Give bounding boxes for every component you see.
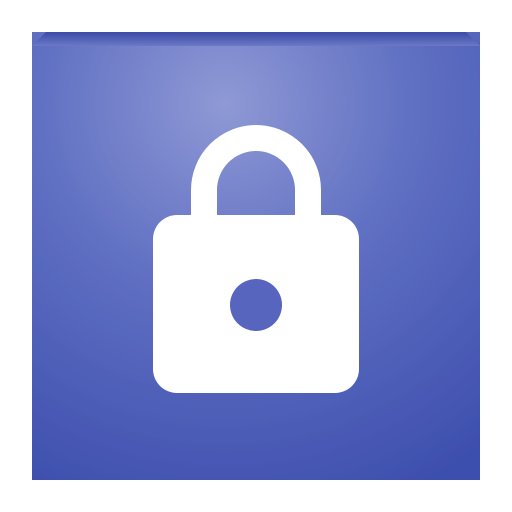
keyhole [230, 279, 282, 331]
lock-app-icon-graphic [32, 32, 480, 480]
icon-top-bevel [32, 32, 480, 46]
lock-app-icon[interactable] [32, 32, 480, 480]
icon-canvas [0, 0, 512, 512]
